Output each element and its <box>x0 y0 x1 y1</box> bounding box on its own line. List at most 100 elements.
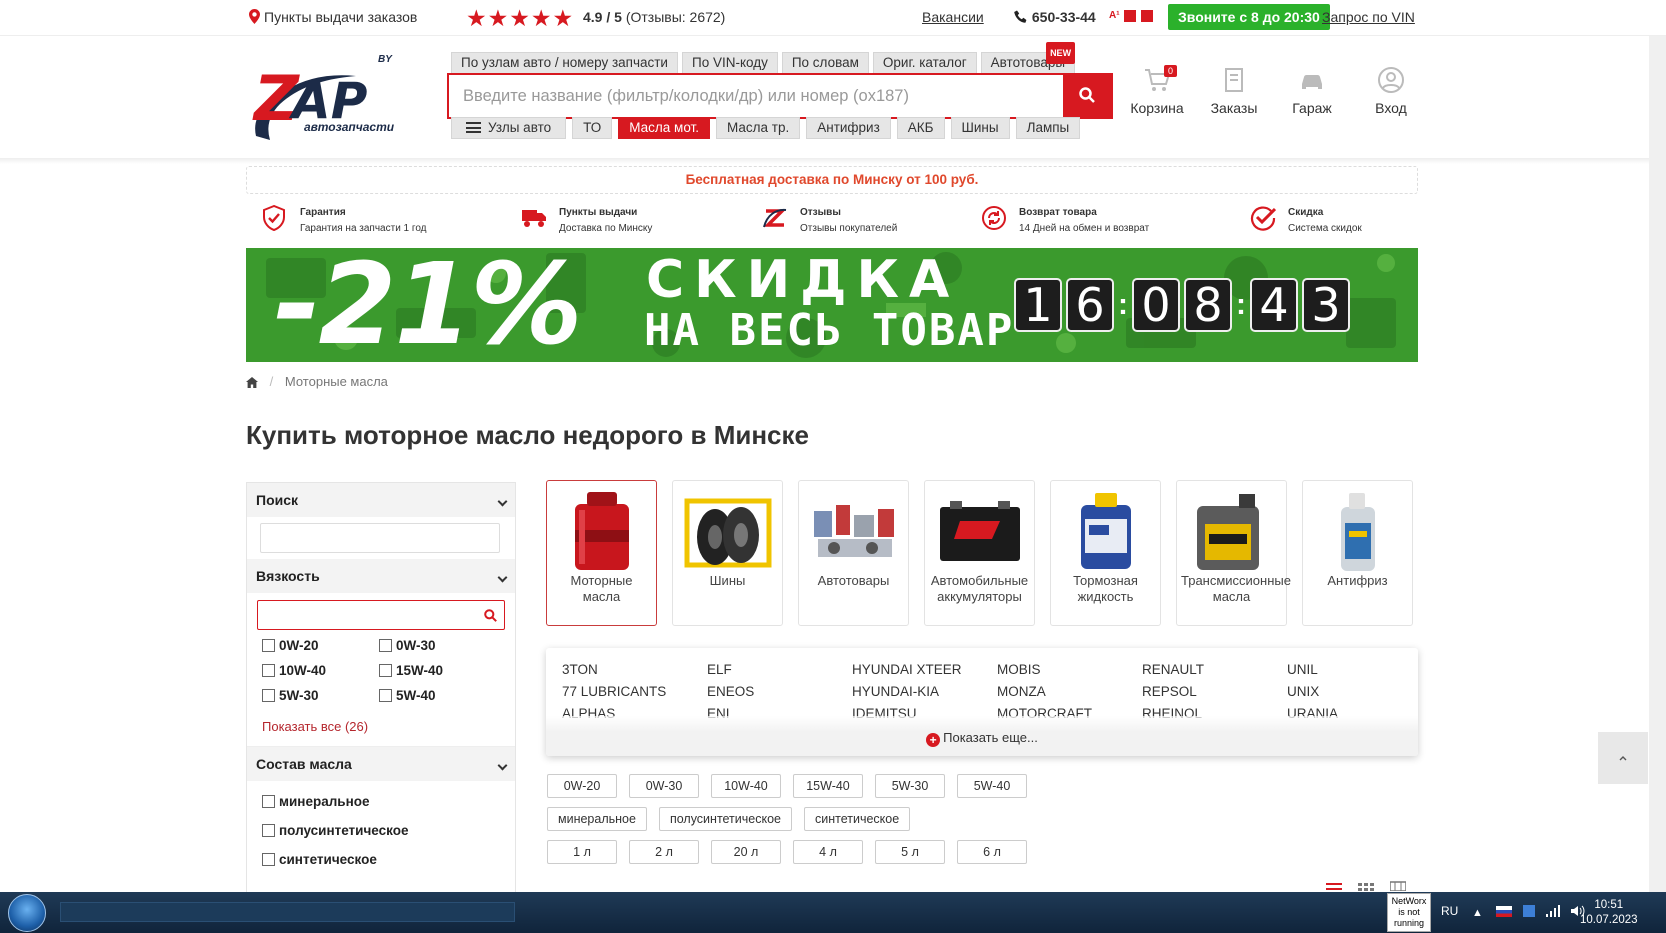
chip-composition[interactable]: полусинтетическое <box>658 807 792 831</box>
brand-link[interactable]: MOBIS <box>997 662 1142 677</box>
brand-link[interactable]: UNIL <box>1287 662 1418 677</box>
chip-volume[interactable]: 6 л <box>957 840 1027 864</box>
brand-link[interactable]: ELF <box>707 662 852 677</box>
chip-viscosity[interactable]: 0W-20 <box>547 774 617 798</box>
home-icon[interactable] <box>246 377 258 388</box>
vacancies-link[interactable]: Вакансии <box>922 9 984 25</box>
search-button[interactable] <box>1063 73 1113 119</box>
checkbox[interactable] <box>379 664 392 677</box>
brand-link[interactable]: ENEOS <box>707 684 852 699</box>
chip-viscosity[interactable]: 5W-40 <box>957 774 1027 798</box>
checkbox-viscosity[interactable]: 5W-40 <box>379 688 496 703</box>
page-scrollbar[interactable] <box>1649 36 1666 892</box>
brand-link[interactable]: MONZA <box>997 684 1142 699</box>
filter-search-header[interactable]: Поиск <box>247 483 515 517</box>
checkbox[interactable] <box>262 639 275 652</box>
category-card-batteries[interactable]: Автомобильные аккумуляторы <box>924 480 1035 626</box>
network-signal-icon[interactable] <box>1546 905 1561 917</box>
table-view-icon[interactable] <box>1390 877 1406 891</box>
tab-battery[interactable]: АКБ <box>896 117 945 139</box>
checkbox-viscosity[interactable]: 5W-30 <box>262 688 379 703</box>
tab-by-vin[interactable]: По VIN-коду <box>681 52 778 74</box>
filter-search-input[interactable] <box>260 523 500 553</box>
pickup-points-link[interactable]: Пункты выдачи заказов <box>249 9 417 25</box>
show-all-link[interactable]: Показать все (26) <box>247 703 515 747</box>
brand-link[interactable]: HYUNDAI XTEER <box>852 662 997 677</box>
category-card-antifreeze[interactable]: Антифриз <box>1302 480 1413 626</box>
login-button[interactable]: Вход <box>1356 66 1426 116</box>
checkbox-composition[interactable]: полусинтетическое <box>262 816 500 845</box>
category-card-auto-goods[interactable]: Автотовары <box>798 480 909 626</box>
networx-widget[interactable]: NetWorx is not running <box>1387 893 1431 932</box>
flag-icon[interactable] <box>1495 906 1512 917</box>
brand-link[interactable]: UNIX <box>1287 684 1418 699</box>
category-card-tires[interactable]: Шины <box>672 480 783 626</box>
chip-viscosity[interactable]: 0W-30 <box>629 774 699 798</box>
brand-link[interactable]: 3TON <box>562 662 707 677</box>
taskbar-app-area[interactable] <box>60 902 515 922</box>
call-hours-button[interactable]: Звоните с 8 до 20:30 <box>1168 4 1330 30</box>
show-more-brands-button[interactable]: + Показать еще... <box>546 716 1418 756</box>
brand-link[interactable]: RENAULT <box>1142 662 1287 677</box>
tab-lamps[interactable]: Лампы <box>1015 117 1081 139</box>
category-card-brake-fluid[interactable]: Тормозная жидкость <box>1050 480 1161 626</box>
chip-viscosity[interactable]: 15W-40 <box>793 774 863 798</box>
checkbox[interactable] <box>379 639 392 652</box>
a1-icon[interactable]: A¹ <box>1109 10 1121 22</box>
mts-icon[interactable] <box>1124 10 1136 22</box>
tab-orig-catalog[interactable]: Ориг. каталог <box>872 52 977 74</box>
checkbox-composition[interactable]: минеральное <box>262 787 500 816</box>
checkbox[interactable] <box>262 689 275 702</box>
checkbox-composition[interactable]: синтетическое <box>262 845 500 874</box>
system-clock[interactable]: 10:51 10.07.2023 <box>1580 898 1638 928</box>
rating-text[interactable]: 4.9 / 5 (Отзывы: 2672) <box>583 9 725 25</box>
chip-composition[interactable]: синтетическое <box>804 807 911 831</box>
category-card-motor-oil[interactable]: Моторные масла <box>546 480 657 626</box>
zap-logo[interactable]: Z AP BY автозапчасти <box>246 50 398 150</box>
category-card-transmission-oil[interactable]: Трансмиссионные масла <box>1176 480 1291 626</box>
checkbox-viscosity[interactable]: 0W-20 <box>262 638 379 653</box>
tab-auto-goods[interactable]: Автотовары NEW <box>980 42 1076 74</box>
vin-request-link[interactable]: Запрос по VIN <box>1322 9 1415 25</box>
checkbox[interactable] <box>379 689 392 702</box>
checkbox-viscosity[interactable]: 0W-30 <box>379 638 496 653</box>
list-view-icon[interactable] <box>1326 877 1342 891</box>
life-icon[interactable] <box>1141 10 1153 22</box>
chip-viscosity[interactable]: 10W-40 <box>711 774 781 798</box>
tab-motor-oil[interactable]: Масла мот. <box>618 117 710 139</box>
tab-by-nodes[interactable]: По узлам авто / номеру запчасти <box>451 52 678 74</box>
checkbox[interactable] <box>262 664 275 677</box>
grid-view-icon[interactable] <box>1358 877 1374 891</box>
tab-car-nodes[interactable]: Узлы авто <box>451 117 567 139</box>
tab-by-words[interactable]: По словам <box>781 52 869 74</box>
checkbox[interactable] <box>262 795 275 808</box>
chip-viscosity[interactable]: 5W-30 <box>875 774 945 798</box>
search-input[interactable] <box>449 75 1063 117</box>
start-button[interactable] <box>8 894 46 932</box>
app-tray-icon[interactable] <box>1523 905 1536 917</box>
checkbox[interactable] <box>262 853 275 866</box>
cart-button[interactable]: 0 Корзина <box>1122 65 1192 116</box>
chip-volume[interactable]: 4 л <box>793 840 863 864</box>
chip-volume[interactable]: 5 л <box>875 840 945 864</box>
brand-link[interactable]: HYUNDAI-KIA <box>852 684 997 699</box>
filter-composition-header[interactable]: Состав масла <box>247 747 515 781</box>
checkbox[interactable] <box>262 824 275 837</box>
language-indicator[interactable]: RU <box>1441 904 1458 918</box>
garage-button[interactable]: Гараж <box>1277 66 1347 116</box>
chip-volume[interactable]: 2 л <box>629 840 699 864</box>
checkbox-viscosity[interactable]: 15W-40 <box>379 663 496 678</box>
scroll-to-top-button[interactable] <box>1598 732 1648 784</box>
tab-trans-oil[interactable]: Масла тр. <box>716 117 801 139</box>
viscosity-search-input[interactable] <box>257 600 505 630</box>
brand-link[interactable]: REPSOL <box>1142 684 1287 699</box>
tab-antifreeze[interactable]: Антифриз <box>806 117 891 139</box>
chip-composition[interactable]: минеральное <box>547 807 647 831</box>
chip-volume[interactable]: 1 л <box>547 840 617 864</box>
brand-link[interactable]: 77 LUBRICANTS <box>562 684 707 699</box>
checkbox-viscosity[interactable]: 10W-40 <box>262 663 379 678</box>
orders-button[interactable]: Заказы <box>1199 66 1269 116</box>
tab-to[interactable]: ТО <box>572 117 613 139</box>
tab-tires[interactable]: Шины <box>950 117 1010 139</box>
phone-link[interactable]: 650-33-44 <box>1014 9 1096 25</box>
